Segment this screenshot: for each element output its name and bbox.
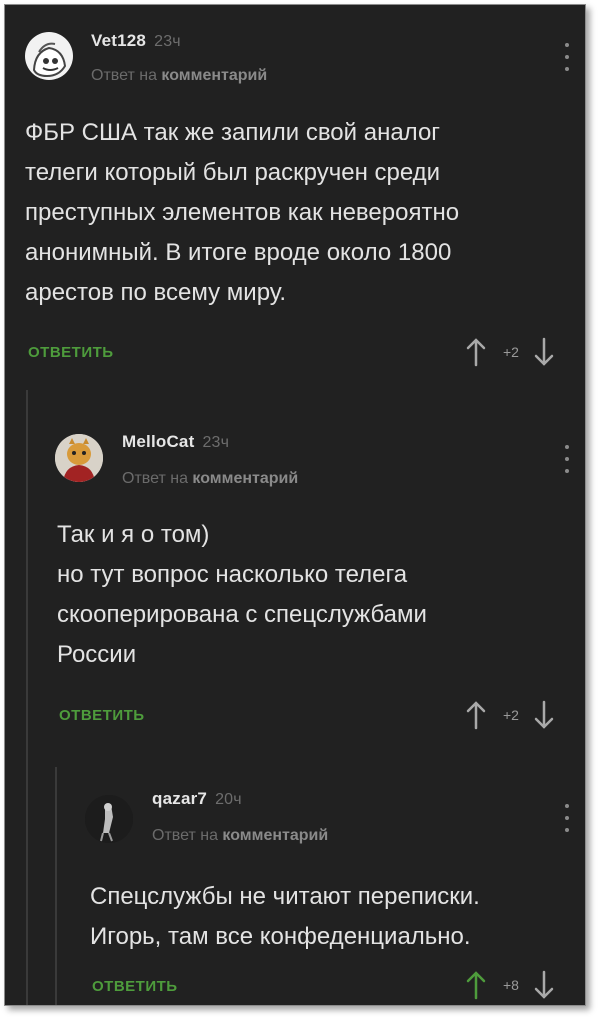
downvote-arrow-icon[interactable]	[533, 970, 555, 1000]
comment-qazar7: qazar7 20ч Ответ на комментарий Спецслужб…	[65, 767, 585, 1005]
comment-time: 20ч	[215, 791, 242, 808]
score: +2	[503, 344, 519, 360]
more-options-icon[interactable]	[565, 804, 571, 832]
more-options-icon[interactable]	[565, 445, 571, 473]
reply-to-label: Ответ на комментарий	[152, 827, 329, 844]
reply-to-label: Ответ на комментарий	[91, 67, 268, 84]
comment-mellocat: MelloCat 23ч Ответ на комментарий Так и я…	[35, 390, 585, 750]
reply-button[interactable]: ОТВЕТИТЬ	[28, 344, 114, 361]
comment-author[interactable]: qazar7 20ч	[152, 789, 242, 809]
reply-button[interactable]: ОТВЕТИТЬ	[59, 707, 145, 724]
comment-time: 23ч	[202, 434, 230, 451]
comment-text: ФБР США так же запили свой аналог телеги…	[25, 119, 460, 306]
comment-author[interactable]: MelloCat 23ч	[122, 432, 229, 452]
thread-line	[26, 390, 28, 1005]
score: +8	[503, 977, 519, 993]
downvote-arrow-icon[interactable]	[533, 337, 555, 367]
reply-to-label: Ответ на комментарий	[122, 470, 299, 487]
reply-to-link[interactable]: комментарий	[222, 827, 328, 844]
comment-time: 23ч	[154, 33, 181, 50]
score: +2	[503, 707, 519, 723]
reply-button[interactable]: ОТВЕТИТЬ	[92, 978, 178, 995]
thread-line	[55, 767, 57, 1005]
avatar[interactable]	[85, 795, 133, 843]
more-options-icon[interactable]	[565, 43, 571, 71]
downvote-arrow-icon[interactable]	[533, 700, 555, 730]
upvote-arrow-icon[interactable]	[465, 337, 487, 367]
upvote-arrow-icon[interactable]	[465, 700, 487, 730]
avatar[interactable]	[25, 32, 73, 80]
vote-controls: +2	[465, 700, 555, 730]
comment-author[interactable]: Vet128 23ч	[91, 31, 181, 51]
avatar[interactable]	[55, 434, 103, 482]
comments-panel: Vet128 23ч Ответ на комментарий ФБР США т…	[4, 4, 586, 1006]
comment-text: Так и я о том) но тут вопрос насколько т…	[57, 521, 427, 668]
upvote-arrow-icon[interactable]	[465, 970, 487, 1000]
vote-controls: +2	[465, 337, 555, 367]
vote-controls: +8	[465, 970, 555, 1000]
reply-to-link[interactable]: комментарий	[192, 470, 298, 487]
reply-to-link[interactable]: комментарий	[161, 67, 267, 84]
comment-vet128: Vet128 23ч Ответ на комментарий ФБР США т…	[5, 5, 585, 385]
comment-text: Спецслужбы не читают переписки. Игорь, т…	[90, 883, 480, 950]
